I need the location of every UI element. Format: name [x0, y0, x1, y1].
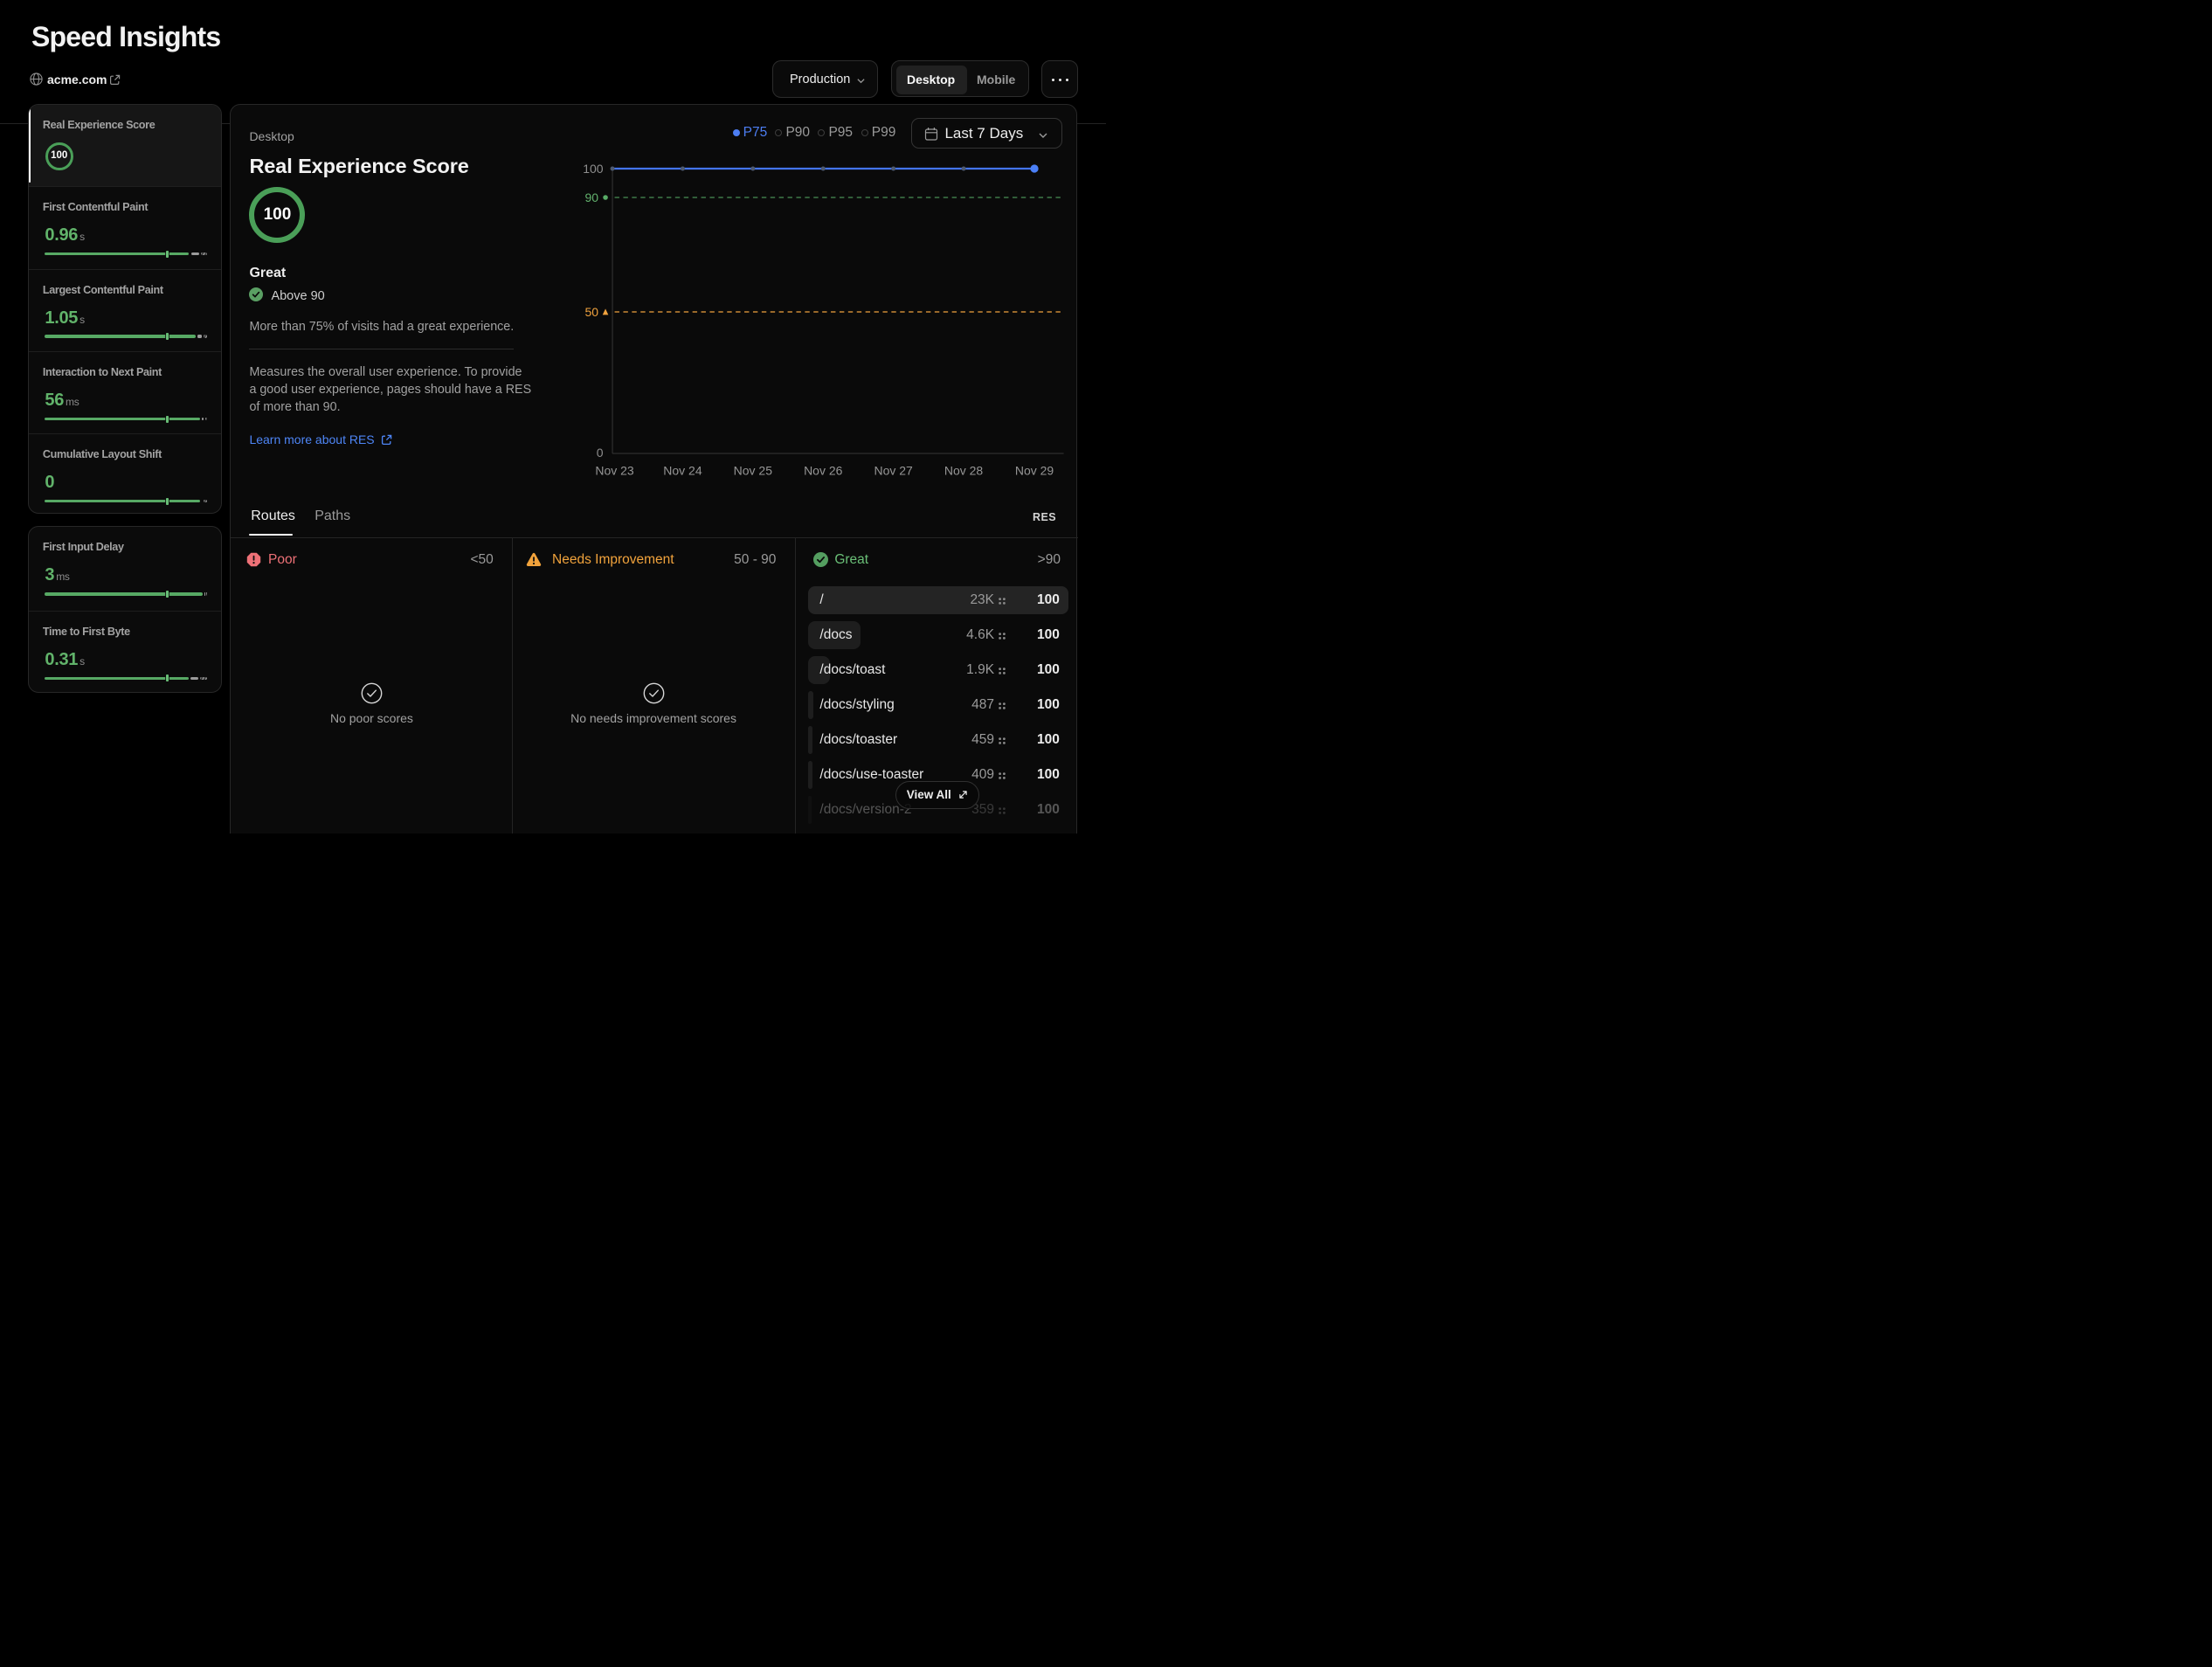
- svg-text:Nov 25: Nov 25: [734, 463, 773, 477]
- svg-text:Nov 28: Nov 28: [944, 463, 984, 477]
- svg-text:90: 90: [585, 190, 599, 204]
- svg-text:Nov 24: Nov 24: [664, 463, 703, 477]
- svg-text:Nov 23: Nov 23: [596, 463, 635, 477]
- svg-text:Nov 29: Nov 29: [1015, 463, 1054, 477]
- svg-text:Nov 26: Nov 26: [805, 463, 844, 477]
- svg-text:50: 50: [585, 305, 599, 319]
- svg-text:100: 100: [584, 162, 605, 176]
- svg-text:0: 0: [597, 446, 604, 460]
- svg-text:Nov 27: Nov 27: [874, 463, 914, 477]
